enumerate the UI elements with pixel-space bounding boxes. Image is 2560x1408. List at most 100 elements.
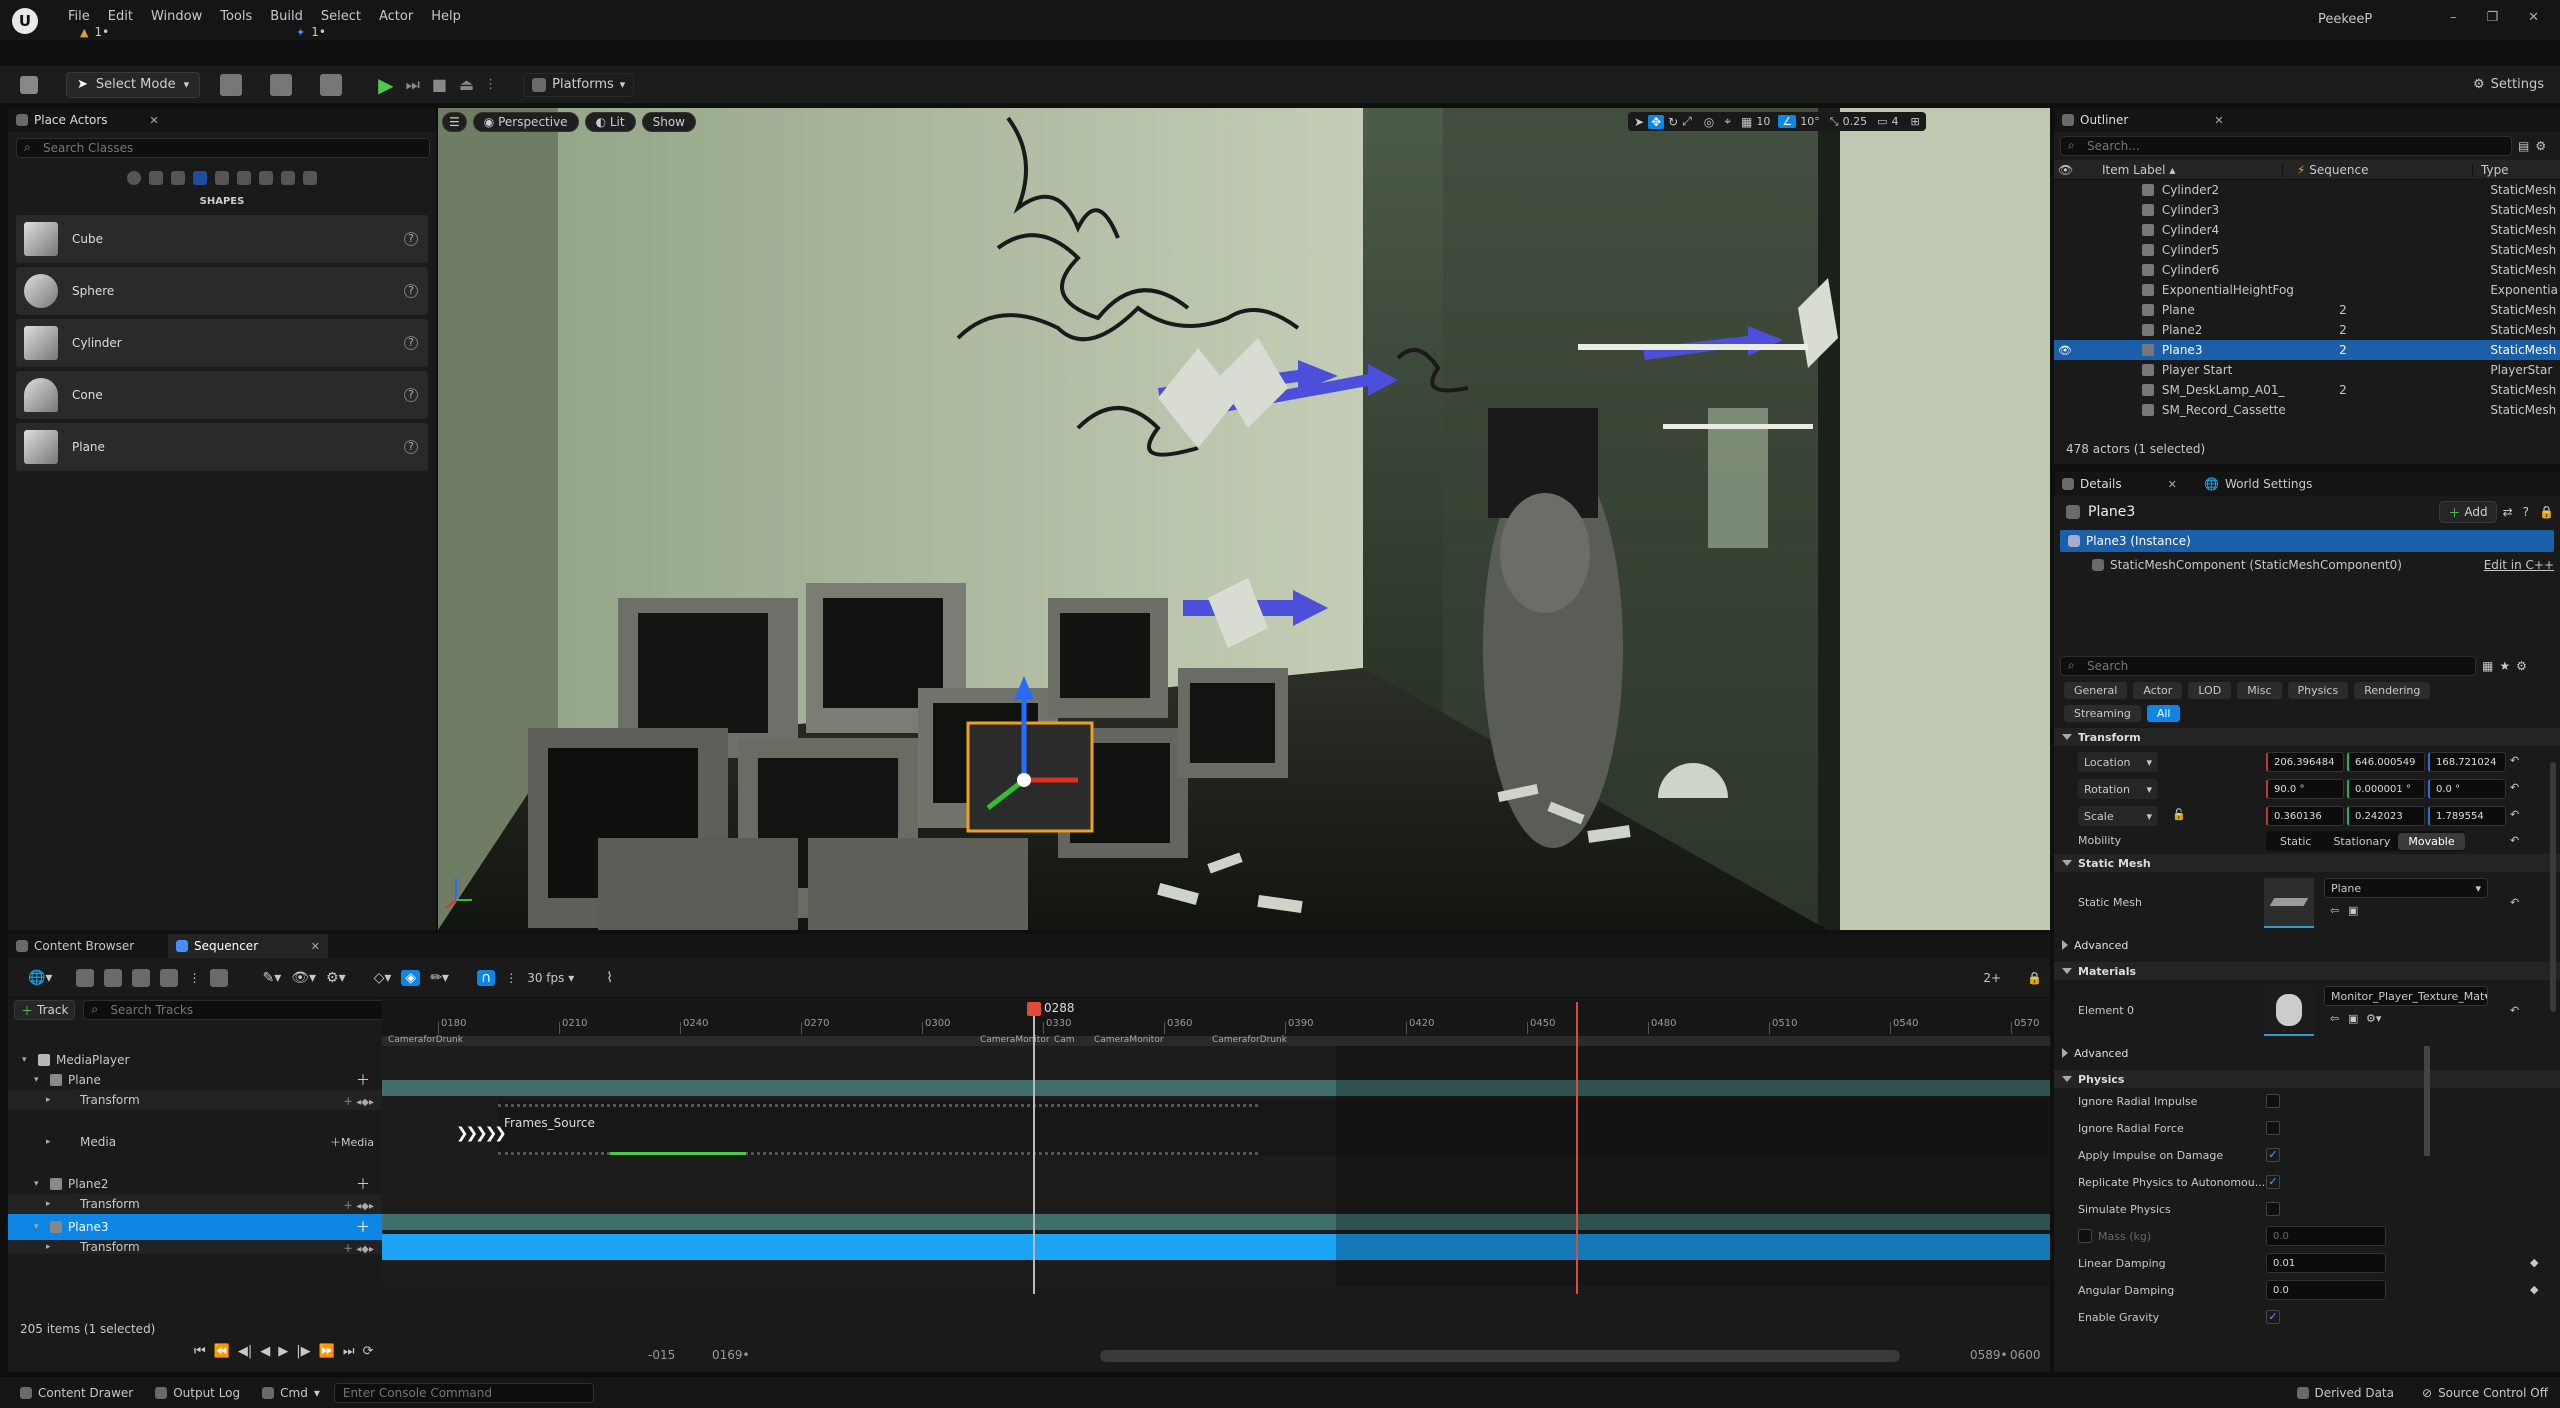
cinematic-icon[interactable] [215,171,229,185]
user-name[interactable]: PeekeeP [2318,12,2372,27]
range-start-field[interactable]: -015 [648,1348,675,1362]
world-space-icon[interactable]: ◎ [1704,115,1714,129]
frame-rate-dropdown[interactable]: 30 fps ▾ [527,971,574,985]
location-x-field[interactable]: 206.396484 [2266,752,2344,772]
column-sequence[interactable]: ⚡ Sequence [2282,162,2472,177]
range-in-field[interactable]: 0169• [712,1348,750,1362]
playback-options-icon[interactable]: ⚙▾ [326,970,346,986]
outliner-tab[interactable]: Outliner ✕ [2054,108,2560,132]
static-mesh-thumbnail[interactable] [2264,878,2314,928]
curve-icon[interactable]: ⌇ [606,970,613,986]
scale-z-field[interactable]: 1.789554 [2428,806,2506,826]
shapes-icon[interactable] [193,171,207,185]
outliner-row[interactable]: SM_Record_Cassette StaticMesh [2054,400,2560,420]
blueprint-icon[interactable] [270,73,293,96]
stop-icon[interactable]: ■ [432,75,447,94]
shape-item-cube[interactable]: Cube? [16,215,428,263]
sequencer-tab[interactable]: Sequencer ✕ [168,934,328,958]
filter-rendering[interactable]: Rendering [2354,682,2431,699]
outliner-row[interactable]: Cylinder5 StaticMesh [2054,240,2560,260]
browse-asset-icon[interactable]: ▣ [2348,904,2358,917]
all-classes-icon[interactable] [281,171,295,185]
outliner-settings-icon[interactable]: ⚙ [2535,139,2546,153]
help-icon[interactable]: ? [404,284,418,298]
maximize-viewport-icon[interactable]: ⊞ [1910,115,1919,128]
snap-options-icon[interactable]: ⋮ [505,971,517,985]
key-controls-icon[interactable]: ＋ ◂◆▸ [343,1197,374,1212]
component-row[interactable]: StaticMeshComponent (StaticMeshComponent… [2054,554,2560,576]
cinematics-icon[interactable] [320,73,343,96]
use-selected-icon[interactable]: ⇦ [2330,904,2339,917]
help-icon[interactable]: ? [404,336,418,350]
material-options-icon[interactable]: ⚙▾ [2366,1012,2381,1025]
location-y-field[interactable]: 646.000549 [2347,752,2425,772]
material-dropdown[interactable]: Monitor_Player_Texture_Mat▾ [2324,986,2488,1006]
curve-editor-icon[interactable] [210,968,229,987]
sequence-tab[interactable]: ✦ 1• [296,24,326,40]
materials-section[interactable]: Materials [2054,962,2560,980]
physics-checkbox[interactable] [2266,1094,2280,1108]
step-forward-icon[interactable]: |▶ [296,1344,310,1359]
close-tab-icon[interactable]: ✕ [311,940,320,953]
rotation-snap-value[interactable]: 10° [1800,115,1820,128]
rotation-x-field[interactable]: 90.0 ° [2266,779,2344,799]
filter-actor[interactable]: Actor [2133,682,2183,699]
expand-arrow-icon[interactable]: ▸ [46,1095,56,1105]
volumes-icon[interactable] [259,171,273,185]
outliner-row[interactable]: SM_DeskLamp_A01_ 2 StaticMesh [2054,380,2560,400]
shape-item-cylinder[interactable]: Cylinder? [16,319,428,367]
recent-icon[interactable] [127,171,141,185]
camera-speed-icon[interactable]: ▭ [1877,115,1887,128]
collapse-arrow-icon[interactable]: ▾ [22,1055,32,1065]
rotate-tool-icon[interactable]: ↻ [1668,115,1678,129]
key-controls-icon[interactable]: ＋ ◂◆▸ [343,1093,374,1108]
details-tab[interactable]: Details ✕ [2054,477,2204,491]
level-viewport[interactable]: ☰ ◉ Perspective ◐ Lit Show ➤ ✥ ↻ ⤢ ◎ ⌖ ▦… [438,108,2050,930]
enable-gravity-checkbox[interactable]: ✓ [2266,1310,2280,1324]
add-component-button[interactable]: ＋ Add [2439,501,2497,523]
outliner-row[interactable]: Player Start PlayerStar [2054,360,2560,380]
menu-tools[interactable]: Tools [220,9,252,24]
menu-window[interactable]: Window [151,9,202,24]
details-scrollbar[interactable] [2550,762,2556,1012]
property-matrix-icon[interactable]: ▦ [2482,659,2493,673]
expand-arrow-icon[interactable]: ▸ [46,1242,56,1252]
save-sequence-icon[interactable] [76,968,95,987]
timeline-scrollbar[interactable] [1100,1350,1900,1362]
lock-icon[interactable]: 🔒 [2027,971,2042,985]
add-track-icon[interactable]: ＋ [356,1070,370,1090]
expand-arrow-icon[interactable]: ▸ [46,1137,56,1147]
loop-icon[interactable]: ⟳ [363,1344,374,1359]
help-icon[interactable]: ? [404,388,418,402]
menu-edit[interactable]: Edit [108,9,133,24]
transform-section[interactable]: Transform [2054,728,2560,746]
output-log-button[interactable]: Output Log [133,1386,240,1400]
outliner-row[interactable]: Plane2 2 StaticMesh [2054,320,2560,340]
menu-help[interactable]: Help [431,9,461,24]
add-actor-icon[interactable] [220,73,243,96]
add-track-icon[interactable]: ＋ [356,1217,370,1237]
edit-in-cpp-link[interactable]: Edit in C++ [2484,558,2554,572]
reset-static-mesh-icon[interactable]: ↶ [2510,896,2519,909]
outliner-row[interactable]: Cylinder6 StaticMesh [2054,260,2560,280]
outliner-row[interactable]: Cylinder4 StaticMesh [2054,220,2560,240]
shape-item-cone[interactable]: Cone? [16,371,428,419]
reset-mobility-icon[interactable]: ↶ [2510,834,2519,847]
outliner-row[interactable]: 👁 Plane3 2 StaticMesh [2054,340,2560,360]
physics-checkbox[interactable] [2266,1202,2280,1216]
edit-mode-icon[interactable]: ✏▾ [430,970,449,986]
visual-effects-icon[interactable] [237,171,251,185]
track-plane[interactable]: ▾ Plane ＋ [8,1070,382,1090]
scale-lock-icon[interactable]: 🔓 [2172,808,2186,821]
outliner-row[interactable]: Cylinder3 StaticMesh [2054,200,2560,220]
filter-physics[interactable]: Physics [2287,682,2349,699]
help-icon[interactable]: ? [2523,505,2529,519]
next-key-icon[interactable]: ⏩ [319,1344,335,1359]
level-tab[interactable]: ▲ 1• [80,24,109,40]
menu-build[interactable]: Build [270,9,303,24]
add-track-icon[interactable]: ＋ [356,1174,370,1194]
track-transform[interactable]: ▸ Transform ＋ ◂◆▸ [8,1194,382,1214]
cmd-dropdown[interactable]: Cmd ▾ [240,1386,320,1400]
world-settings-tab[interactable]: 🌐 World Settings [2204,477,2312,491]
lights-icon[interactable] [171,171,185,185]
